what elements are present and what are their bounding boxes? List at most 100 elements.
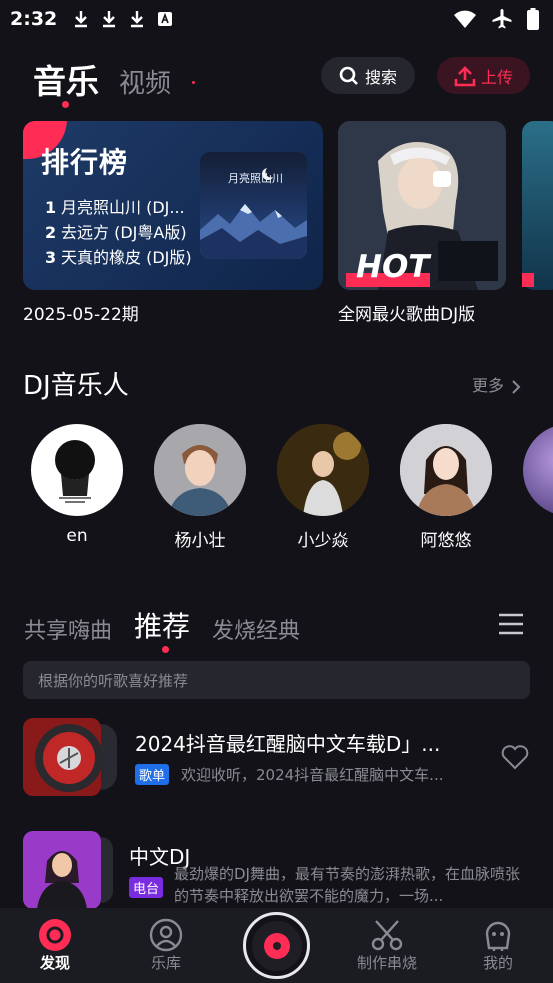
artist-item[interactable]: 阿悠悠 bbox=[400, 424, 492, 551]
download-notifications bbox=[73, 10, 173, 28]
photo-avatar bbox=[154, 424, 246, 516]
list-item[interactable]: 中文DJ 电台 最劲爆的DJ舞曲，最有节奏的澎湃热歌，在血脉喷张的节奏中释放出欲… bbox=[23, 831, 530, 911]
sketch-avatar bbox=[55, 440, 95, 503]
rank-card[interactable]: 排行榜 1 月亮照山川 (DJ... 2 去远方 (DJ粤A版) 3 天真的橡皮 (D… bbox=[23, 121, 323, 290]
photo-avatar bbox=[277, 424, 369, 516]
video-tab-dot bbox=[192, 81, 195, 84]
rank-line: 3 天真的橡皮 (DJ版) bbox=[45, 245, 192, 270]
nav-label: 乐库 bbox=[150, 954, 181, 972]
artist-name: 小少焱 bbox=[297, 531, 349, 551]
hot-caption: 全网最火歌曲DJ版 bbox=[338, 305, 476, 325]
next-card-peek[interactable] bbox=[522, 121, 553, 290]
vinyl-edge bbox=[101, 724, 117, 790]
active-tab-indicator bbox=[62, 101, 69, 108]
rank-song: 天真的橡皮 (DJ版) bbox=[61, 248, 192, 267]
steering-wheel-image bbox=[23, 718, 101, 796]
artist-item[interactable]: en bbox=[31, 424, 123, 546]
download-icon bbox=[75, 11, 88, 28]
feed-tab-indicator bbox=[162, 646, 169, 653]
tab-recommend[interactable]: 推荐 bbox=[134, 605, 190, 645]
item-desc: 最劲爆的DJ舞曲，最有节奏的澎湃热歌，在血脉喷张的节奏中释放出欲罢不能的魔力，一… bbox=[174, 865, 520, 905]
cover-text: 月亮照山川 bbox=[228, 172, 283, 185]
next-card-bar bbox=[522, 273, 534, 287]
status-bar: 2:32 bbox=[0, 0, 553, 38]
tab-video[interactable]: 视频 bbox=[119, 63, 171, 103]
item-title: 2024抖音最红醒脑中文车载D」... bbox=[135, 732, 441, 756]
rank-number: 1 bbox=[45, 198, 57, 217]
ghost-icon bbox=[458, 918, 538, 952]
status-time: 2:32 bbox=[10, 8, 58, 30]
nav-label: 制作串烧 bbox=[356, 954, 417, 972]
recommend-hint: 根据你的听歌喜好推荐 bbox=[23, 661, 530, 699]
upload-icon bbox=[454, 65, 476, 86]
scissors-icon bbox=[347, 918, 427, 952]
tab-classic[interactable]: 发烧经典 bbox=[212, 613, 300, 645]
disc-icon bbox=[15, 918, 95, 952]
nav-label: 我的 bbox=[482, 954, 513, 972]
dj-section-title: DJ音乐人 bbox=[23, 371, 129, 401]
feed-tabs: 共享嗨曲 推荐 发烧经典 bbox=[24, 605, 300, 645]
download-icon bbox=[131, 11, 144, 28]
rank-song: 月亮照山川 (DJ... bbox=[61, 198, 185, 217]
rank-card-list: 1 月亮照山川 (DJ... 2 去远方 (DJ粤A版) 3 天真的橡皮 (DJ版) bbox=[45, 195, 192, 270]
upload-label: 上传 bbox=[480, 67, 513, 87]
avatar bbox=[400, 424, 492, 516]
nav-label: 发现 bbox=[39, 954, 70, 972]
top-tabs: 音乐 视频 bbox=[33, 55, 171, 103]
item-desc: 欢迎收听，2024抖音最红醒脑中文车... bbox=[181, 766, 444, 784]
item-badge: 歌单 bbox=[135, 764, 170, 785]
person-circle-icon bbox=[126, 918, 206, 952]
wifi-icon bbox=[454, 10, 476, 28]
rank-line: 1 月亮照山川 (DJ... bbox=[45, 195, 192, 220]
hint-text: 根据你的听歌喜好推荐 bbox=[38, 671, 189, 690]
avatar bbox=[31, 424, 123, 516]
artist-name: 杨小壮 bbox=[174, 531, 226, 551]
radio-thumbnail bbox=[23, 831, 101, 909]
artist-name: en bbox=[66, 526, 88, 546]
avatar bbox=[154, 424, 246, 516]
mountain-art bbox=[200, 166, 307, 259]
chevron-right-icon bbox=[512, 379, 521, 394]
heart-icon[interactable] bbox=[501, 744, 529, 770]
download-icon bbox=[103, 11, 116, 28]
rank-card-title: 排行榜 bbox=[41, 146, 129, 179]
tab-shared[interactable]: 共享嗨曲 bbox=[24, 613, 112, 645]
record-icon bbox=[251, 920, 302, 971]
artist-item[interactable]: 杨小壮 bbox=[154, 424, 246, 551]
artist-item[interactable]: 小少焱 bbox=[277, 424, 369, 551]
menu-icon[interactable] bbox=[498, 613, 524, 635]
avatar bbox=[523, 424, 553, 516]
rank-song: 去远方 (DJ粤A版) bbox=[61, 223, 187, 242]
rank-cover-image: 月亮照山川 bbox=[200, 152, 307, 259]
list-item[interactable]: 2024抖音最红醒脑中文车载D」... 歌单 欢迎收听，2024抖音最红醒脑中文… bbox=[23, 718, 530, 798]
upload-button[interactable]: 上传 bbox=[437, 57, 530, 94]
battery-icon bbox=[527, 8, 539, 30]
avatar bbox=[277, 424, 369, 516]
search-label: 搜索 bbox=[364, 67, 397, 87]
more-link[interactable]: 更多 bbox=[472, 372, 521, 396]
hot-card[interactable]: HOT bbox=[338, 121, 506, 290]
item-badge: 电台 bbox=[129, 877, 164, 898]
rank-line: 2 去远方 (DJ粤A版) bbox=[45, 220, 192, 245]
rank-number: 3 bbox=[45, 248, 57, 267]
artist-item-peek[interactable] bbox=[523, 424, 553, 516]
rank-date: 2025-05-22期 bbox=[23, 305, 139, 325]
artist-name: 阿悠悠 bbox=[420, 531, 472, 551]
nav-library[interactable]: 乐库 bbox=[126, 918, 206, 973]
now-playing-button[interactable] bbox=[243, 912, 310, 979]
nav-make-mix[interactable]: 制作串烧 bbox=[347, 918, 427, 973]
nav-discover[interactable]: 发现 bbox=[15, 918, 95, 973]
playlist-thumbnail bbox=[23, 718, 101, 796]
search-icon bbox=[339, 66, 358, 85]
singer-image bbox=[23, 831, 101, 909]
nav-mine[interactable]: 我的 bbox=[458, 918, 538, 973]
vinyl-edge bbox=[101, 837, 113, 903]
more-label: 更多 bbox=[472, 376, 505, 395]
search-button[interactable]: 搜索 bbox=[321, 57, 415, 94]
rank-number: 2 bbox=[45, 223, 57, 242]
status-right-icons bbox=[453, 8, 539, 30]
font-badge-icon bbox=[158, 12, 173, 26]
airplane-icon bbox=[492, 9, 512, 29]
hot-badge: HOT bbox=[356, 249, 430, 285]
tab-music[interactable]: 音乐 bbox=[33, 55, 99, 103]
